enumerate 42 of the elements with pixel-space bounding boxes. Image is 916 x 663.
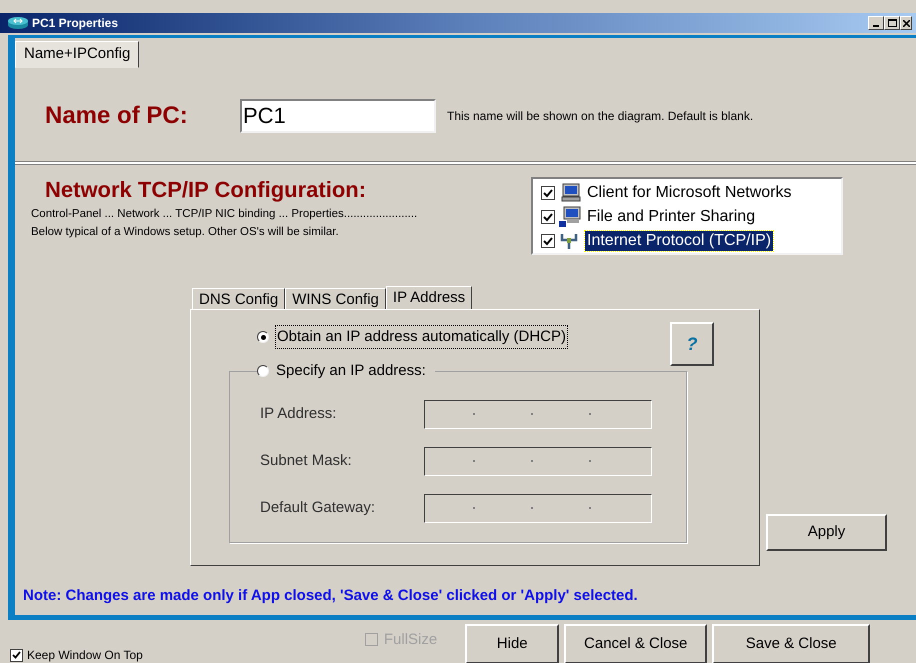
field-label: Subnet Mask:: [260, 450, 353, 471]
tab[interactable]: Name+IPConfig: [15, 41, 140, 68]
network-cable-icon: [559, 232, 579, 250]
ip-address-field[interactable]: [424, 446, 652, 476]
name-hint: This name will be shown on the diagram. Default is blank.: [447, 108, 754, 125]
checkbox[interactable]: [541, 234, 555, 248]
window-title: PC1 Properties: [32, 15, 118, 32]
section-heading: Network TCP/IP Configuration:: [45, 177, 368, 203]
router-icon: [6, 15, 30, 31]
field-label: IP Address:: [260, 404, 338, 424]
computer-icon: [559, 183, 583, 203]
instruction-text: Control-Panel ... Network ... TCP/IP NIC binding ... Properties.......................: [31, 207, 418, 222]
checkbox-label: Keep Window On Top: [27, 647, 143, 663]
ip-address-field[interactable]: [424, 400, 652, 428]
radio-option[interactable]: Specify an IP address:: [257, 360, 427, 382]
help-button[interactable]: ?: [670, 322, 714, 366]
minimize-icon: [873, 25, 879, 27]
dialog-button[interactable]: Cancel & Close: [564, 624, 708, 663]
field-label: Default Gateway:: [260, 498, 376, 518]
maximize-icon: [888, 19, 896, 27]
maximize-button[interactable]: [884, 16, 900, 30]
tab[interactable]: DNS Config: [192, 288, 286, 309]
tab[interactable]: IP Address: [386, 286, 472, 310]
dialog-button[interactable]: Save & Close: [712, 624, 870, 663]
minimize-button[interactable]: [868, 16, 884, 30]
dialog-button[interactable]: Hide: [465, 624, 560, 663]
checkbox[interactable]: [10, 648, 23, 662]
close-button[interactable]: [900, 16, 912, 30]
computer-icon: [559, 206, 583, 228]
note-text: Note: Changes are made only if App closed, 'Save & Close' clicked or 'Apply' selected.: [23, 586, 639, 606]
checkbox[interactable]: [541, 186, 555, 200]
apply-button[interactable]: Apply: [766, 514, 887, 551]
close-icon: [902, 20, 910, 26]
tab[interactable]: WINS Config: [285, 288, 386, 309]
name-field[interactable]: PC1: [240, 99, 436, 133]
list-item[interactable]: Client for Microsoft Networks: [585, 183, 794, 203]
list-item[interactable]: Internet Protocol (TCP/IP): [585, 231, 774, 251]
checkbox[interactable]: [541, 210, 555, 224]
instruction-text: Below typical of a Windows setup. Other OS's will be similar.: [31, 225, 340, 240]
name-label: Name of PC:: [45, 101, 189, 131]
ip-address-field[interactable]: [424, 494, 652, 522]
list-item[interactable]: File and Printer Sharing: [585, 207, 758, 227]
